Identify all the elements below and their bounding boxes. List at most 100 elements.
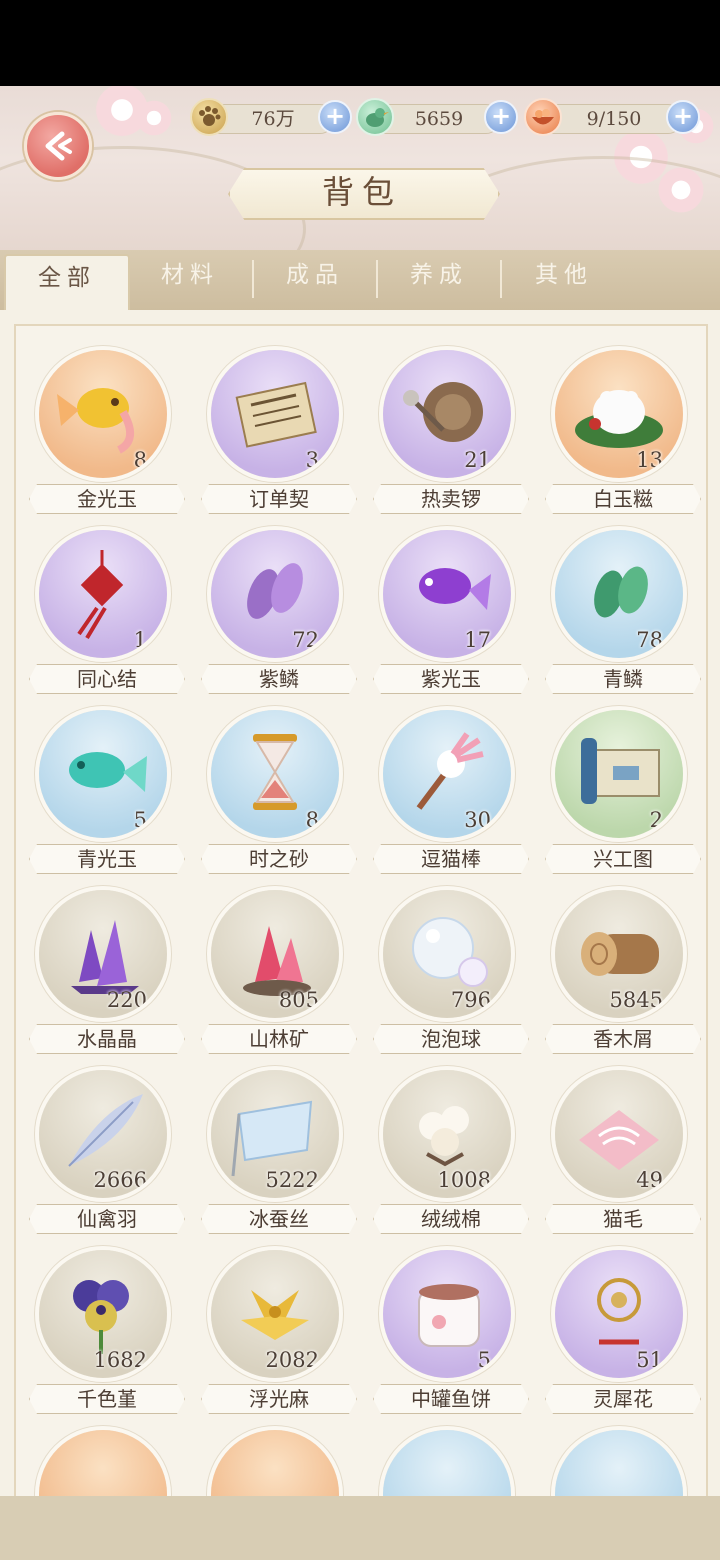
item-name: 水晶晶 [77, 1027, 137, 1051]
tab-all[interactable]: 全部 [4, 254, 130, 314]
item-name: 冰蚕丝 [249, 1207, 309, 1231]
inventory-item[interactable]: 796 泡泡球 [364, 884, 536, 1054]
item-name: 青鳞 [603, 667, 643, 691]
item-count: 5 [133, 808, 147, 832]
item-slot [383, 1430, 511, 1498]
item-count: 49 [636, 1168, 663, 1192]
back-button[interactable] [24, 112, 92, 180]
resource-value: 76万 [251, 108, 295, 130]
add-food-button[interactable]: + [666, 100, 700, 134]
hourglass-icon [253, 734, 297, 810]
item-count: 2666 [93, 1168, 147, 1192]
arrow-left-icon [45, 131, 72, 161]
item-count: 17 [464, 628, 491, 652]
page-title: 背包 [321, 173, 402, 211]
resource-value: 5659 [414, 108, 464, 130]
item-slot: 5 [39, 710, 167, 838]
inventory-item[interactable]: 8 金光玉 [20, 344, 192, 514]
gong-icon [403, 382, 483, 442]
inventory-item[interactable]: 5 青光玉 [20, 704, 192, 874]
item-slot [211, 1430, 339, 1498]
item-slot: 1008 [383, 1070, 511, 1198]
item-count: 8 [133, 448, 147, 472]
item-count: 78 [636, 628, 663, 652]
inventory-item[interactable]: 13 白玉糍 [536, 344, 708, 514]
item-name: 山林矿 [249, 1027, 309, 1051]
item-slot: 1 [39, 530, 167, 658]
inventory-item[interactable]: 5845 香木屑 [536, 884, 708, 1054]
item-name: 中罐鱼饼 [411, 1387, 491, 1411]
add-jade-button[interactable]: + [484, 100, 518, 134]
inventory-item[interactable]: 72 紫鳞 [192, 524, 364, 694]
item-name: 同心结 [77, 667, 137, 691]
inventory-item[interactable]: 51 灵犀花 [536, 1244, 708, 1414]
add-coins-button[interactable]: + [318, 100, 352, 134]
item-count: 13 [636, 448, 663, 472]
item-name: 泡泡球 [421, 1027, 481, 1051]
inventory-item[interactable]: 5 中罐鱼饼 [364, 1244, 536, 1414]
item-slot: 5222 [211, 1070, 339, 1198]
item-slot: 5845 [555, 890, 683, 1018]
inventory-item[interactable] [536, 1424, 706, 1498]
item-name: 白玉糍 [593, 487, 653, 511]
inventory-item[interactable]: 220 水晶晶 [20, 884, 192, 1054]
item-count: 72 [292, 628, 319, 652]
cyan-fish-icon [69, 752, 147, 792]
tab-cultivation[interactable]: 养成 [378, 250, 500, 310]
item-name: 兴工图 [593, 847, 653, 871]
golden-fish-icon [57, 388, 134, 454]
bottom-bar [0, 1496, 720, 1560]
inventory-item[interactable]: 3 订单契 [192, 344, 364, 514]
tab-materials[interactable]: 材料 [128, 250, 252, 310]
paw-coin-icon [190, 98, 228, 136]
inventory-item[interactable] [364, 1424, 536, 1498]
inventory-item[interactable]: 17 紫光玉 [364, 524, 536, 694]
item-name: 紫光玉 [421, 667, 481, 691]
item-count: 1 [133, 628, 147, 652]
tab-other[interactable]: 其他 [502, 250, 626, 310]
inventory-grid[interactable]: 8 金光玉 3 订单契 21 热卖锣 13 白玉糍 1 同心结 72 紫鳞 17 紫光玉 78 青鳞 5 青光玉 8… [14, 324, 708, 1498]
inventory-item[interactable]: 49 猫毛 [536, 1064, 708, 1234]
sakura-decoration [134, 98, 174, 138]
tab-products[interactable]: 成品 [254, 250, 376, 310]
item-slot: 8 [211, 710, 339, 838]
item-slot: 3 [211, 350, 339, 478]
item-name: 订单契 [249, 487, 309, 511]
inventory-item[interactable]: 30 逗猫棒 [364, 704, 536, 874]
inventory-item[interactable] [20, 1424, 192, 1498]
inventory-item[interactable] [192, 1424, 364, 1498]
item-slot: 796 [383, 890, 511, 1018]
item-slot: 13 [555, 350, 683, 478]
item-slot: 72 [211, 530, 339, 658]
item-name: 青光玉 [77, 847, 137, 871]
inventory-item[interactable]: 1008 绒绒棉 [364, 1064, 536, 1234]
bubble-icon [412, 917, 488, 987]
item-slot: 49 [555, 1070, 683, 1198]
item-slot: 2666 [39, 1070, 167, 1198]
item-count: 5222 [265, 1168, 319, 1192]
inventory-item[interactable]: 2082 浮光麻 [192, 1244, 364, 1414]
inventory-item[interactable]: 78 青鳞 [536, 524, 708, 694]
item-name: 仙禽羽 [77, 1207, 137, 1231]
inventory-item[interactable]: 2 兴工图 [536, 704, 708, 874]
purple-scale-icon [247, 563, 303, 619]
item-slot [555, 1430, 683, 1498]
inventory-item[interactable]: 8 时之砂 [192, 704, 364, 874]
inventory-item[interactable]: 2666 仙禽羽 [20, 1064, 192, 1234]
item-slot: 17 [383, 530, 511, 658]
green-scale-icon [594, 566, 648, 618]
item-name: 香木屑 [593, 1027, 653, 1051]
item-slot: 51 [555, 1250, 683, 1378]
inventory-item[interactable]: 1 同心结 [20, 524, 192, 694]
item-count: 1682 [93, 1348, 147, 1372]
item-name: 浮光麻 [249, 1387, 309, 1411]
item-count: 8 [305, 808, 319, 832]
item-slot: 30 [383, 710, 511, 838]
inventory-item[interactable]: 5222 冰蚕丝 [192, 1064, 364, 1234]
cat-teaser-icon [416, 732, 484, 810]
item-name: 热卖锣 [421, 487, 481, 511]
inventory-item[interactable]: 21 热卖锣 [364, 344, 536, 514]
item-count: 805 [278, 988, 319, 1012]
inventory-item[interactable]: 1682 千色堇 [20, 1244, 192, 1414]
inventory-item[interactable]: 805 山林矿 [192, 884, 364, 1054]
